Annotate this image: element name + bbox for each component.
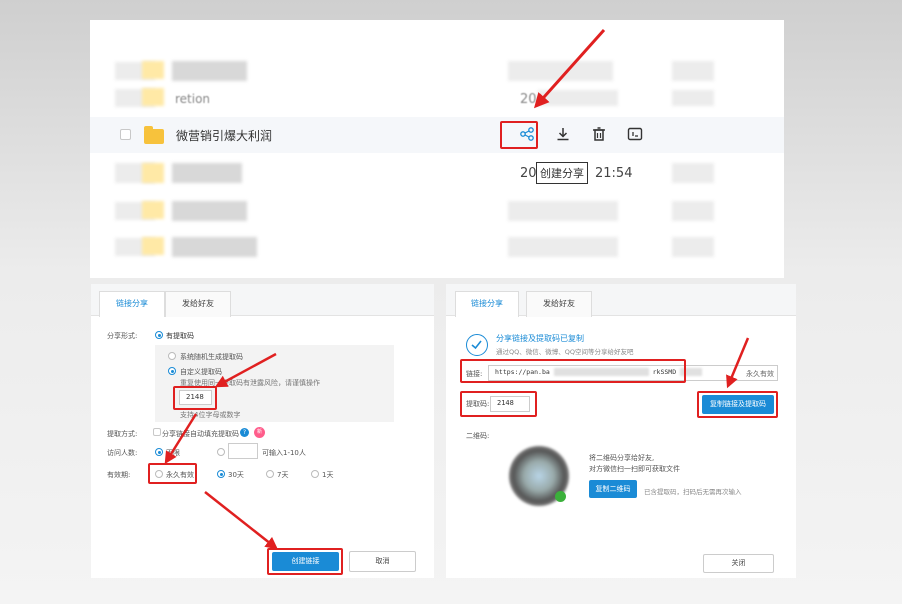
tooltip: 创建分享 [536,162,588,184]
tab-bar: 链接分享 发给好友 [91,284,434,317]
file-row-selected[interactable]: 微营销引爆大利润 [90,117,784,153]
highlight-box [267,548,343,575]
code-hint: 支持4位字母或数字 [180,411,241,419]
blurred-folder [142,88,164,106]
random-code-label: 系统随机生成提取码 [180,353,243,361]
random-code-radio[interactable] [168,352,176,360]
file-name[interactable]: 微营销引爆大利润 [176,127,272,144]
file-row[interactable] [90,232,784,268]
blurred-folder [142,237,164,255]
blurred-size [672,61,714,81]
link-validity: 永久有效 [746,370,774,378]
validity-7-label: 7天 [277,471,289,479]
blurred-time [508,237,618,257]
qr-text-2: 对方微信扫一扫即可获取文件 [589,465,680,473]
blurred-time [508,201,618,221]
share-mode-value: 有提取码 [166,332,194,340]
highlight-box [148,463,197,484]
highlight-box [460,359,686,383]
tab-link-share[interactable]: 链接分享 [99,291,165,317]
close-button[interactable]: 关闭 [703,554,774,573]
tab-send-friend[interactable]: 发给好友 [526,291,592,317]
blurred-folder [142,201,164,219]
blurred-time [508,61,613,81]
file-list-panel: retion 20 微营销引爆大利润 20 21:54 创建分享 [90,20,784,278]
qr-note: 已含提取码，扫码后无需再次输入 [644,488,742,496]
file-time: 20 [520,92,537,107]
blurred-time [538,90,618,106]
visitors-input[interactable] [228,443,258,459]
file-time-prefix: 20 [520,166,537,181]
blurred-name [172,163,242,183]
more-icon[interactable] [626,126,644,144]
new-badge: 新 [254,427,265,438]
copy-qr-button[interactable]: 复制二维码 [589,480,637,498]
blurred-name [172,61,247,81]
blurred-folder [142,163,164,183]
qr-label: 二维码: [466,432,490,440]
blurred-folder [142,61,164,79]
file-row[interactable]: 20 21:54 [90,157,784,193]
file-row[interactable] [90,196,784,232]
custom-code-label: 自定义提取码 [180,368,222,376]
validity-30-radio[interactable] [217,470,225,478]
wechat-icon [555,491,566,502]
autofill-label: 分享链接自动填充提取码 [162,430,239,438]
highlight-box [500,121,538,149]
blurred-size [672,201,714,221]
visitors-custom-radio[interactable] [217,448,225,456]
blurred-name [172,201,247,221]
highlight-box [173,386,217,410]
success-check-icon [466,334,488,356]
validity-label: 有效期: [107,471,131,479]
highlight-box [697,391,778,418]
folder-icon [144,126,164,144]
validity-1-radio[interactable] [311,470,319,478]
share-mode-label: 分享形式: [107,332,138,340]
validity-1-label: 1天 [322,471,334,479]
custom-code-radio[interactable] [168,367,176,375]
blurred-size [672,163,714,183]
success-title: 分享链接及提取码已复制 [496,334,584,343]
tab-send-friend[interactable]: 发给好友 [165,291,231,317]
delete-icon[interactable] [590,126,608,144]
file-name: retion [175,92,211,106]
share-result-panel: 链接分享 发给好友 [446,284,796,578]
tab-bar: 链接分享 发给好友 [446,284,796,317]
visitors-unlimited-label: 不限 [166,449,180,457]
blurred-size [672,237,714,257]
validity-30-label: 30天 [228,471,244,479]
validity-7-radio[interactable] [266,470,274,478]
visitors-unlimited-radio[interactable] [155,448,163,456]
visitors-label: 访问人数: [107,449,138,457]
download-icon[interactable] [554,126,572,144]
cancel-button[interactable]: 取消 [349,551,416,572]
highlight-box [460,391,537,417]
file-time-suffix: 21:54 [595,166,633,181]
help-icon[interactable]: ? [240,428,249,437]
tab-link-share[interactable]: 链接分享 [455,291,519,317]
qr-text-1: 将二维码分享给好友, [589,454,655,462]
row-checkbox[interactable] [120,129,131,140]
file-row[interactable]: retion 20 [90,84,784,120]
extract-label: 提取方式: [107,430,138,438]
autofill-checkbox[interactable] [153,428,161,436]
blurred-size [672,90,714,106]
blurred-name [172,237,257,257]
share-mode-radio[interactable] [155,331,163,339]
success-subtitle: 通过QQ、微信、微博、QQ空间等分享给好友吧 [496,348,634,356]
visitors-hint: 可输入1-10人 [262,449,306,457]
